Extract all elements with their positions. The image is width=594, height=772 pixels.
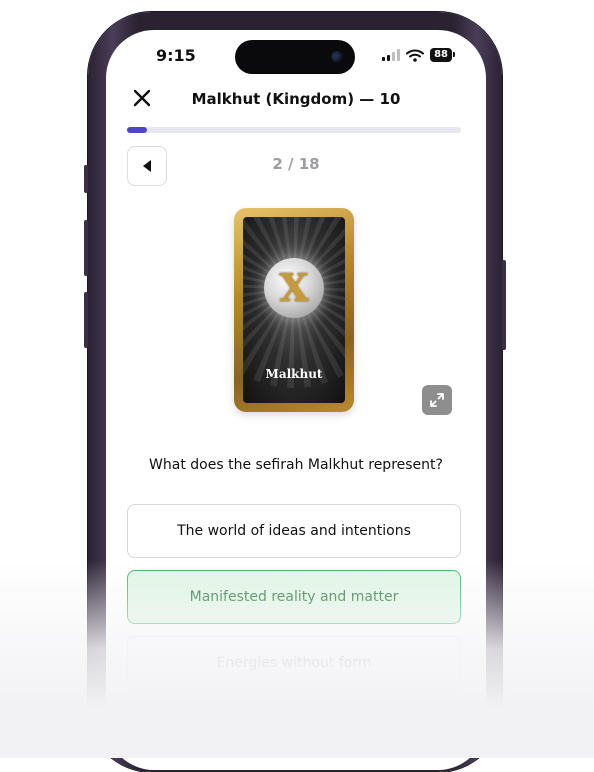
progress-bar [127,127,461,133]
card-name: Malkhut [265,367,323,381]
phone-volume-down [84,292,88,348]
card-symbol: X [279,265,309,311]
answer-option-label: Energies without form [216,655,372,671]
answer-option-label: The world of ideas and intentions [177,523,411,539]
phone-silent-switch [84,165,88,193]
card-orb: X [264,257,324,318]
battery-icon: 88 [430,48,455,62]
question-text: What does the sefirah Malkhut represent? [149,457,443,473]
answer-option-1[interactable]: The world of ideas and intentions [127,504,461,558]
answer-option-2-correct[interactable]: Manifested reality and matter [127,570,461,624]
sefirah-card[interactable]: X Malkhut [234,208,354,412]
answer-option-3[interactable]: Energies without form [127,636,461,690]
camera-lens [331,51,343,63]
progress-bar-fill [127,127,148,133]
status-time: 9:15 [156,46,196,65]
card-artwork: X Malkhut [243,217,345,403]
phone-power-button [502,260,506,350]
page-title: Malkhut (Kingdom) — 10 [191,90,401,108]
app-screen: 9:15 88 Malkhut (Kingdom) — 10 2 / 18 X … [106,30,486,770]
question-counter: 2 / 18 [272,155,320,173]
wifi-icon [406,49,425,62]
answer-option-4[interactable] [127,702,461,756]
status-icons: 88 [382,48,455,62]
answer-option-label: Manifested reality and matter [189,589,399,605]
expand-icon [430,393,444,407]
phone-volume-up [84,220,88,276]
expand-card-button[interactable] [422,385,452,415]
signal-icon [382,49,401,61]
dynamic-island [235,40,355,74]
